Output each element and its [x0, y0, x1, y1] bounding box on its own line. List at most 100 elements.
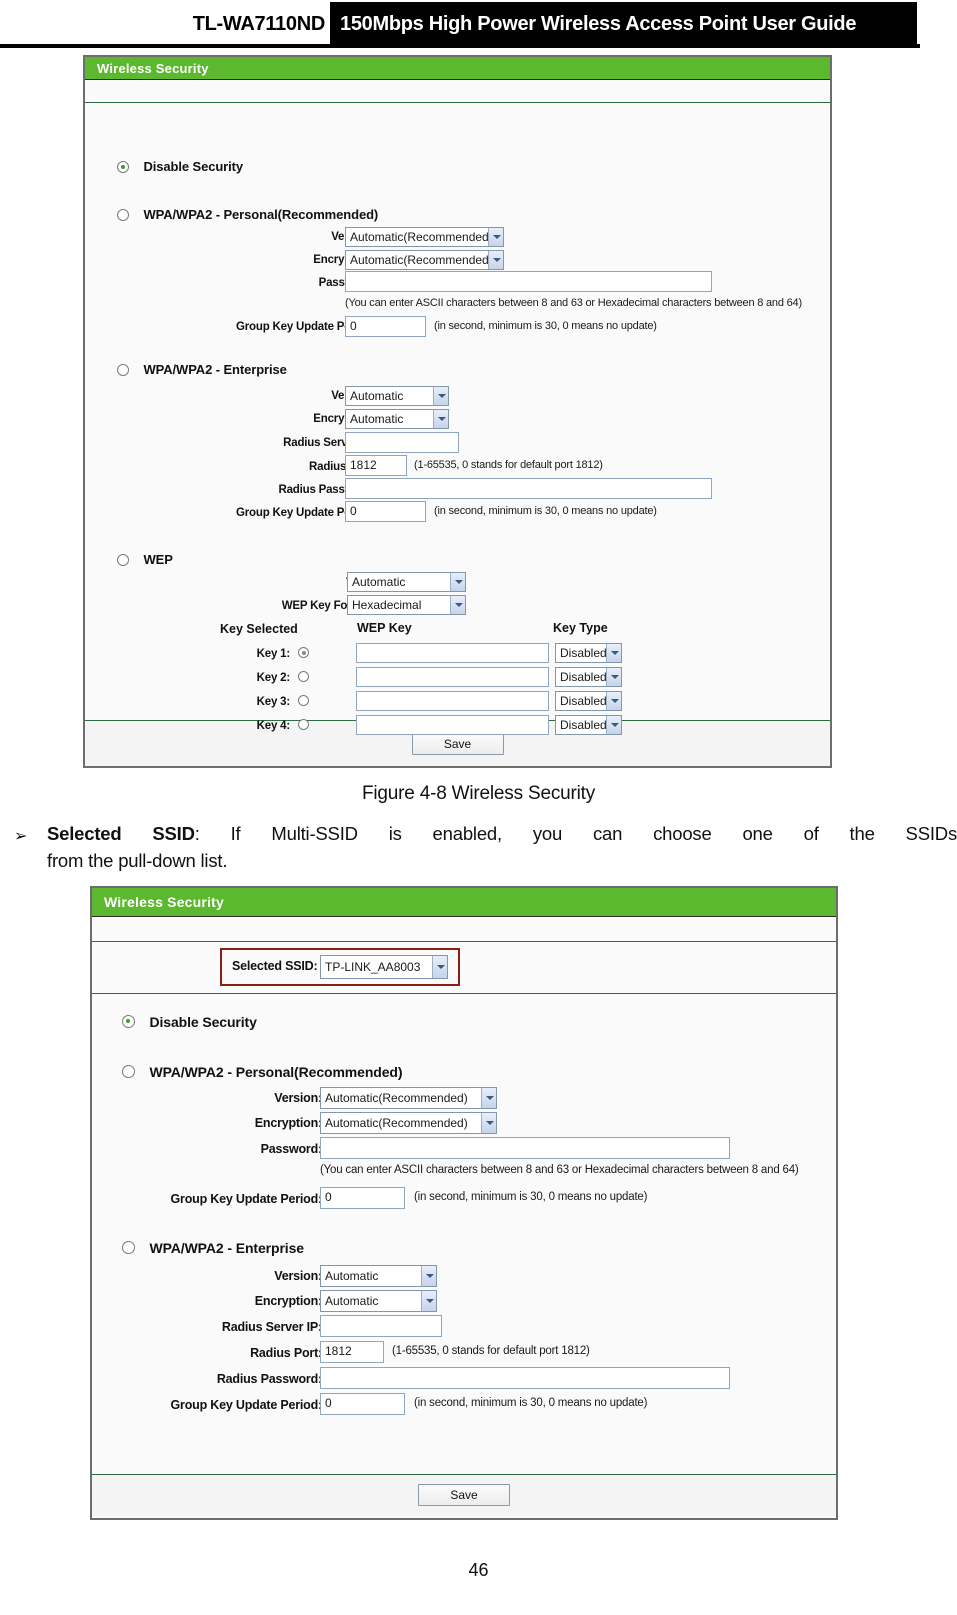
label-enterprise-radius-port-2: Radius Port: [250, 1346, 322, 1360]
bullet-line-1-rest: : If Multi-SSID is enabled, you can choo… [194, 823, 957, 844]
chevron-down-icon[interactable] [421, 1266, 436, 1286]
select-enterprise-encryption-2[interactable]: Automatic [320, 1290, 437, 1312]
panel1-option-disable-security[interactable]: Disable Security [117, 158, 243, 176]
input-personal-group-key-2[interactable]: 0 [320, 1187, 405, 1209]
label-enterprise-group-key-2: Group Key Update Period: [170, 1398, 323, 1412]
select-personal-version-2[interactable]: Automatic(Recommended) [320, 1087, 497, 1109]
save-button-2[interactable]: Save [418, 1484, 510, 1506]
radio-wpa-personal-2[interactable] [122, 1065, 135, 1079]
radio-wep-key-2[interactable] [298, 671, 309, 682]
select-wep-type-value: Automatic [352, 575, 406, 589]
input-wep-key-1[interactable] [356, 643, 549, 663]
select-enterprise-version-2-value: Automatic [325, 1269, 379, 1283]
select-wep-key-type-4[interactable]: Disabled [555, 715, 622, 735]
chevron-down-icon[interactable] [606, 692, 621, 710]
label-personal-group-key: Group Key Update Period: [236, 321, 375, 333]
label-wep-key-4: Key 4: [256, 720, 291, 732]
save-button-1[interactable]: Save [411, 733, 504, 755]
panel2-body: Disable Security WPA/WPA2 - Personal(Rec… [92, 994, 836, 1474]
chevron-down-icon[interactable] [488, 251, 503, 269]
select-wep-key-type-2-value: Disabled [560, 670, 607, 684]
chevron-down-icon[interactable] [421, 1291, 436, 1311]
bullet-line-1: Selected SSID: If Multi-SSID is enabled,… [47, 823, 957, 845]
label-wep: WEP [143, 552, 173, 568]
hint-personal-group-key-2: (in second, minimum is 30, 0 means no up… [414, 1191, 648, 1203]
radio-wep-key-3[interactable] [298, 695, 309, 706]
panel1-body: Disable Security WPA/WPA2 - Personal(Rec… [85, 103, 830, 735]
label-enterprise-radius-password-2: Radius Password: [216, 1372, 322, 1386]
panel2-option-wpa-enterprise[interactable]: WPA/WPA2 - Enterprise [122, 1239, 304, 1257]
chevron-down-icon[interactable] [433, 387, 448, 405]
radio-wep-key-4[interactable] [298, 719, 309, 730]
select-enterprise-encryption-2-value: Automatic [325, 1294, 379, 1308]
input-wep-key-2[interactable] [356, 667, 549, 687]
chevron-down-icon[interactable] [432, 956, 447, 978]
bullet-line-2: from the pull-down list. [47, 850, 228, 871]
select-wep-key-type-1[interactable]: Disabled [555, 643, 622, 663]
header-guide-title: 150Mbps High Power Wireless Access Point… [340, 13, 857, 35]
select-personal-version-2-value: Automatic(Recommended) [325, 1091, 468, 1105]
select-personal-version[interactable]: Automatic(Recommended) [345, 227, 504, 247]
colhead-key-type: Key Type [553, 621, 608, 635]
chevron-down-icon[interactable] [606, 716, 621, 734]
input-enterprise-radius-password[interactable] [345, 478, 712, 499]
input-wep-key-4[interactable] [356, 715, 549, 735]
select-personal-encryption-2[interactable]: Automatic(Recommended) [320, 1112, 497, 1134]
input-personal-password[interactable] [345, 271, 712, 292]
radio-wep[interactable] [117, 553, 129, 566]
select-selected-ssid-value: TP-LINK_AA8003 [325, 960, 421, 974]
chevron-down-icon[interactable] [481, 1113, 496, 1133]
panel1-option-wpa-personal[interactable]: WPA/WPA2 - Personal(Recommended) [117, 206, 378, 224]
select-personal-version-value: Automatic(Recommended) [350, 230, 493, 244]
select-wep-key-format[interactable]: Hexadecimal [347, 595, 466, 615]
input-enterprise-group-key[interactable]: 0 [345, 501, 426, 522]
input-enterprise-radius-port[interactable]: 1812 [345, 455, 407, 476]
wireless-security-panel-1: Wireless Security Disable Security WPA/W… [83, 55, 832, 768]
radio-wpa-enterprise[interactable] [117, 363, 129, 376]
chevron-down-icon[interactable] [450, 573, 465, 591]
document-running-header: TL-WA7110ND 150Mbps High Power Wireless … [0, 0, 957, 48]
select-personal-encryption-value: Automatic(Recommended) [350, 253, 493, 267]
select-enterprise-version-value: Automatic [350, 389, 404, 403]
label-personal-encryption-2: Encryption: [254, 1116, 322, 1130]
panel2-option-wpa-personal[interactable]: WPA/WPA2 - Personal(Recommended) [122, 1063, 403, 1081]
label-wpa-personal: WPA/WPA2 - Personal(Recommended) [143, 207, 379, 223]
select-enterprise-encryption[interactable]: Automatic [345, 409, 449, 429]
chevron-down-icon[interactable] [606, 644, 621, 662]
panel2-title: Wireless Security [92, 888, 836, 917]
input-enterprise-radius-ip-2[interactable] [320, 1315, 442, 1337]
radio-disable-security[interactable] [117, 160, 129, 173]
panel1-option-wep[interactable]: WEP [117, 551, 173, 569]
radio-wpa-enterprise-2[interactable] [122, 1241, 135, 1255]
input-enterprise-radius-ip[interactable] [345, 432, 459, 453]
input-enterprise-radius-port-2[interactable]: 1812 [320, 1341, 384, 1363]
select-personal-encryption[interactable]: Automatic(Recommended) [345, 250, 504, 270]
chevron-down-icon[interactable] [481, 1088, 496, 1108]
panel2-option-disable-security[interactable]: Disable Security [122, 1013, 257, 1031]
chevron-down-icon[interactable] [606, 668, 621, 686]
select-enterprise-version-2[interactable]: Automatic [320, 1265, 437, 1287]
input-enterprise-group-key-2[interactable]: 0 [320, 1393, 405, 1415]
select-wep-key-type-2[interactable]: Disabled [555, 667, 622, 687]
radio-disable-security-2[interactable] [122, 1015, 135, 1029]
input-enterprise-radius-password-2[interactable] [320, 1367, 730, 1389]
hint-enterprise-group-key-2: (in second, minimum is 30, 0 means no up… [414, 1397, 648, 1409]
label-personal-group-key-2: Group Key Update Period: [170, 1192, 323, 1206]
input-personal-password-2[interactable] [320, 1137, 730, 1159]
input-personal-group-key[interactable]: 0 [345, 316, 426, 337]
page-number: 46 [468, 1560, 489, 1580]
select-wep-type[interactable]: Automatic [347, 572, 466, 592]
select-wep-key-type-3[interactable]: Disabled [555, 691, 622, 711]
chevron-down-icon[interactable] [488, 228, 503, 246]
chevron-down-icon[interactable] [450, 596, 465, 614]
radio-wpa-personal[interactable] [117, 208, 129, 221]
label-disable-security-2: Disable Security [149, 1013, 257, 1030]
chevron-down-icon[interactable] [433, 410, 448, 428]
panel1-option-wpa-enterprise[interactable]: WPA/WPA2 - Enterprise [117, 361, 287, 379]
colhead-wep-key: WEP Key [357, 621, 412, 635]
input-wep-key-3[interactable] [356, 691, 549, 711]
select-selected-ssid[interactable]: TP-LINK_AA8003 [320, 955, 448, 979]
label-disable-security: Disable Security [143, 159, 244, 175]
select-enterprise-version[interactable]: Automatic [345, 386, 449, 406]
radio-wep-key-1[interactable] [298, 647, 309, 658]
